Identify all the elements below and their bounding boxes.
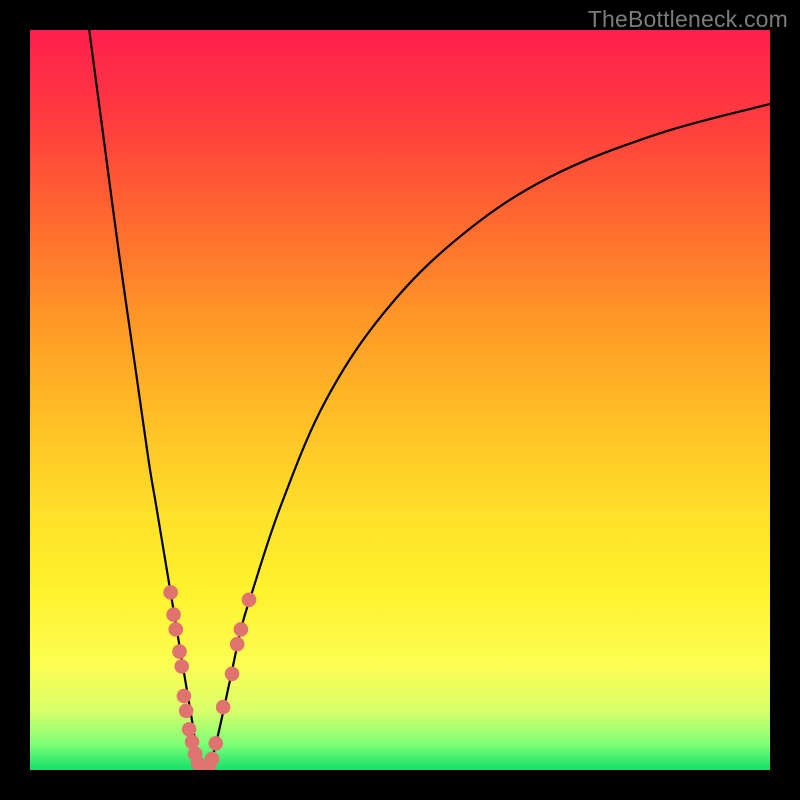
data-marker xyxy=(234,622,249,637)
data-marker xyxy=(216,700,231,715)
data-marker xyxy=(230,637,245,652)
data-marker xyxy=(179,704,194,719)
data-marker xyxy=(163,585,178,600)
watermark-text: TheBottleneck.com xyxy=(588,6,788,33)
data-marker xyxy=(182,722,197,737)
data-marker xyxy=(174,659,189,674)
chart-frame: TheBottleneck.com xyxy=(0,0,800,800)
plot-area xyxy=(30,30,770,770)
data-marker xyxy=(168,622,183,637)
data-marker xyxy=(177,689,192,704)
data-markers xyxy=(163,585,256,770)
left-curve xyxy=(89,30,200,770)
data-marker xyxy=(208,736,223,751)
curves-layer xyxy=(30,30,770,770)
data-marker xyxy=(172,644,187,659)
data-marker xyxy=(205,752,220,767)
data-marker xyxy=(225,667,240,682)
right-curve xyxy=(200,104,770,770)
data-marker xyxy=(166,607,181,622)
data-marker xyxy=(242,593,257,608)
